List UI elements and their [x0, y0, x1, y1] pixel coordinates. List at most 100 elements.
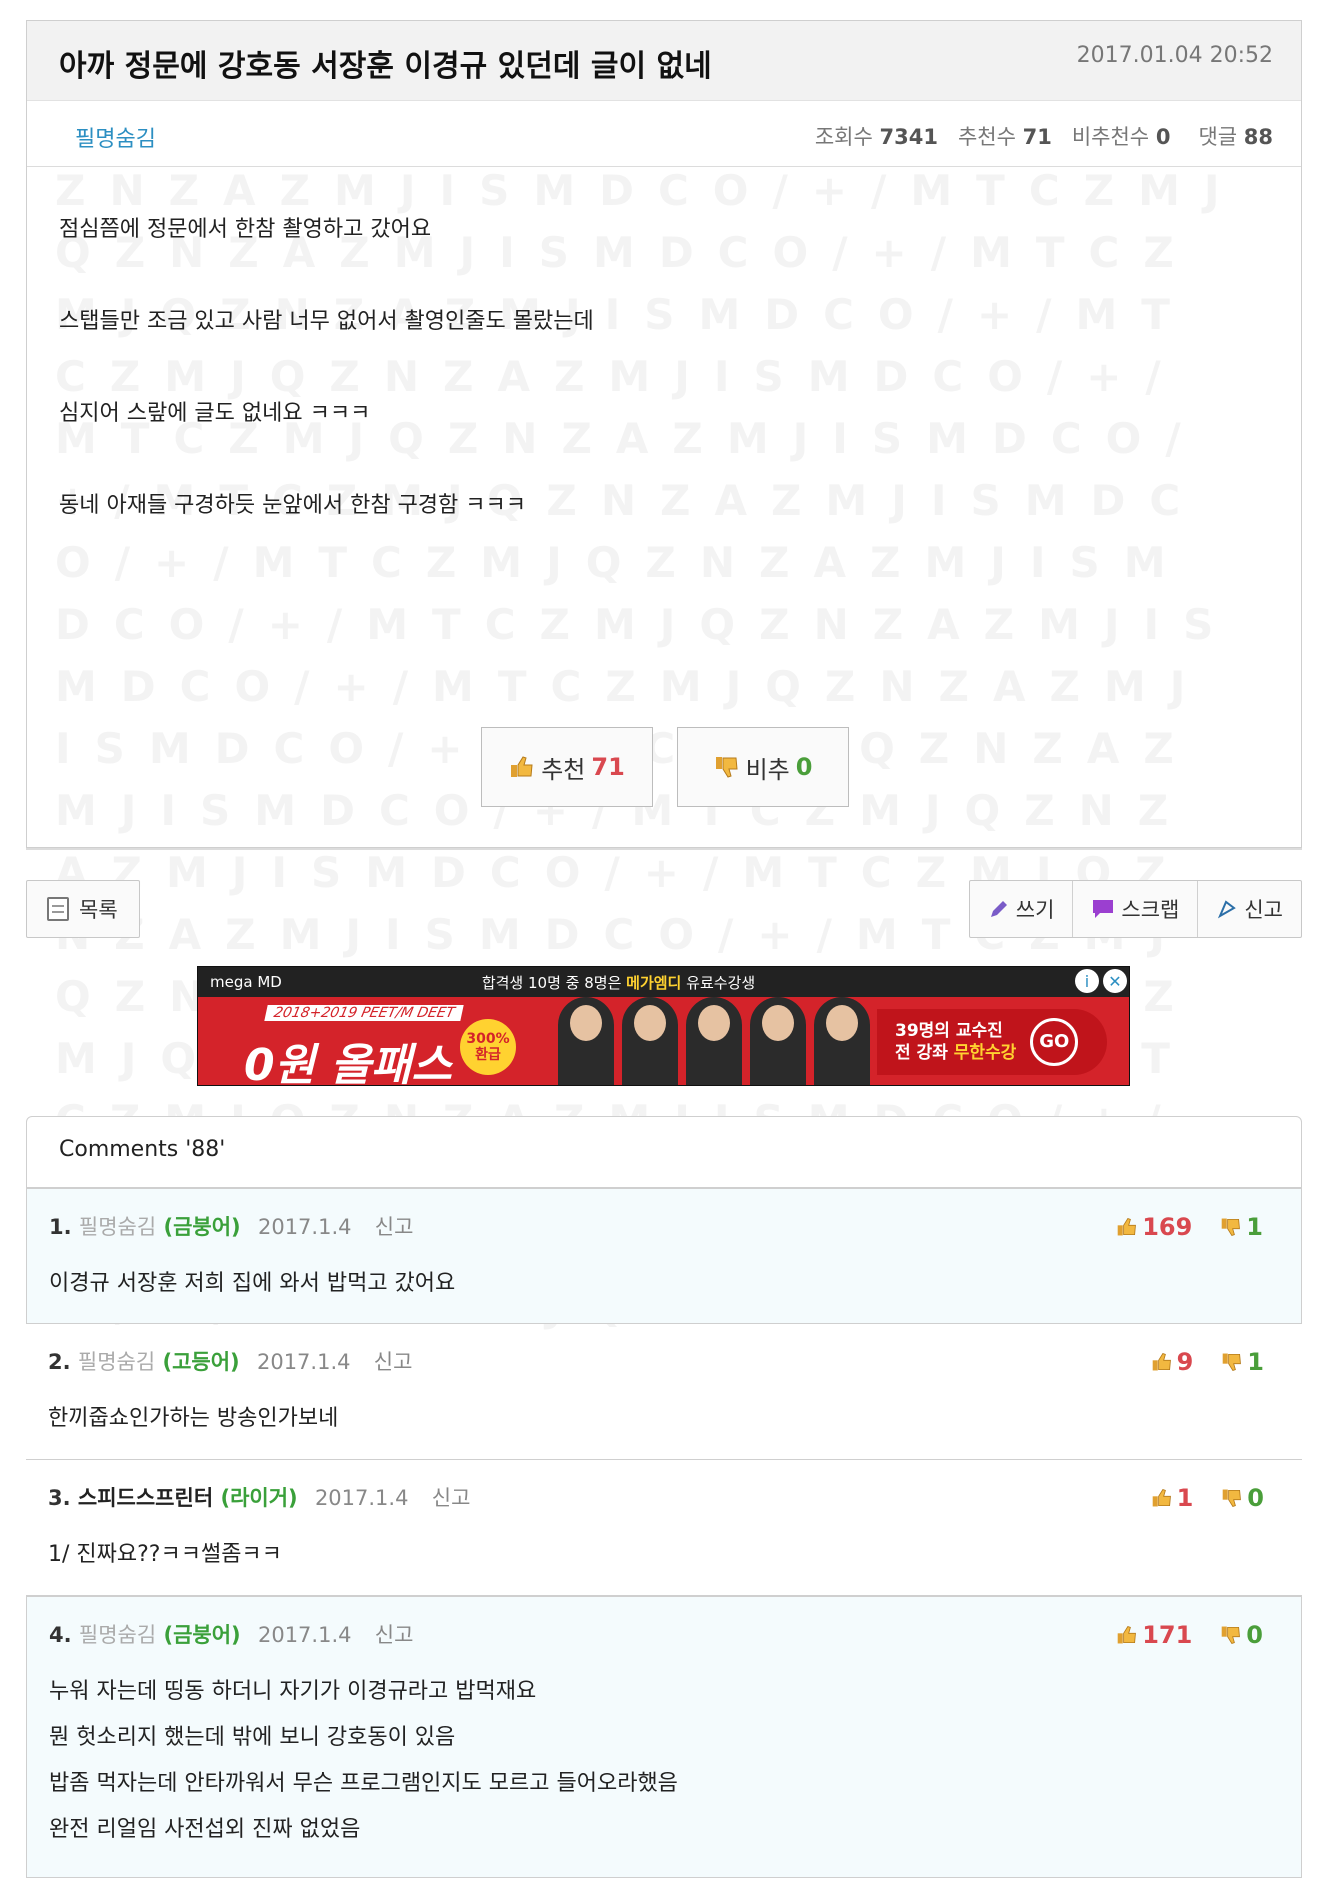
- comment-downvote[interactable]: 0: [1221, 1484, 1264, 1512]
- comments-stat: 댓글 88: [1198, 125, 1273, 149]
- ad-person-image: [558, 997, 614, 1085]
- comment-upvote[interactable]: 169: [1116, 1213, 1192, 1241]
- views-stat: 조회수 7341: [814, 125, 938, 149]
- comment-text: 누워 자는데 띵동 하더니 자기가 이경규라고 밥먹재요 뭔 헛소리지 했는데 …: [49, 1679, 678, 1842]
- comment-upvote[interactable]: 1: [1151, 1484, 1193, 1512]
- ad-close-icon[interactable]: ✕: [1103, 969, 1127, 993]
- comments-header: Comments '88': [26, 1116, 1302, 1188]
- comment-date: 2017.1.4: [257, 1215, 352, 1239]
- speech-bubble-icon: [1093, 900, 1114, 918]
- ad-main: 2018+2019 PEET/M DEET 0원 올패스 300% 환급 39명…: [198, 997, 1129, 1085]
- comment-meta: 4. 필명숨김 (금붕어) 2017.1.4 신고: [49, 1623, 414, 1647]
- ad-controls: i ✕: [1075, 969, 1127, 993]
- comment-votes: 171 0: [1116, 1621, 1263, 1649]
- comment-level: (고등어): [162, 1350, 240, 1374]
- report-button[interactable]: 신고: [1198, 881, 1301, 937]
- page: ZNZAZMJISMDCO/+/MTCZMJQZNZAZMJISMDCO/+/M…: [0, 0, 1326, 1892]
- thumbs-down-icon: [1222, 1489, 1242, 1507]
- notrecommend-stat: 비추천수 0: [1071, 125, 1171, 149]
- report-icon: [1218, 900, 1237, 919]
- ad-person-image: [814, 997, 870, 1085]
- recommend-stat: 추천수 71: [957, 125, 1052, 149]
- comment-votes: 9 1: [1151, 1348, 1264, 1376]
- comment-downvote[interactable]: 0: [1220, 1621, 1263, 1649]
- comment: 2. 필명숨김 (고등어) 2017.1.4 신고 9 1 한끼줍쇼인가하는 방…: [26, 1324, 1302, 1460]
- post-meta: 필명숨김 조회수 7341 추천수 71 비추천수 0 댓글 88: [27, 101, 1301, 167]
- comment-meta: 2. 필명숨김 (고등어) 2017.1.4 신고: [48, 1350, 413, 1374]
- thumbs-down-icon: [1221, 1218, 1241, 1236]
- list-button[interactable]: 목록: [26, 880, 140, 938]
- notrecommend-count: 0: [795, 753, 813, 781]
- ad-person-image: [622, 997, 678, 1085]
- ad-person-image: [750, 997, 806, 1085]
- post-body-line: 동네 아재들 구경하듯 눈앞에서 한참 구경함 ㅋㅋㅋ: [59, 493, 527, 518]
- comment-upvote[interactable]: 171: [1116, 1621, 1192, 1649]
- comment-author[interactable]: 필명숨김: [79, 1215, 156, 1239]
- ad-person-image: [686, 997, 742, 1085]
- comment-report-link[interactable]: 신고: [375, 1215, 414, 1239]
- comment-report-link[interactable]: 신고: [374, 1350, 413, 1374]
- comment-text: 1/ 진짜요??ㅋㅋ썰좀ㅋㅋ: [48, 1542, 282, 1567]
- ad-cta[interactable]: 39명의 교수진 전 강좌 무한수강 GO: [877, 1009, 1107, 1075]
- comment: 3. 스피드스프린터 (라이거) 2017.1.4 신고 1 0 1/ 진짜요?…: [26, 1460, 1302, 1596]
- ad-top-bar: mega MD 합격생 10명 중 8명은 메가엠디 유료수강생: [198, 967, 1129, 997]
- post-body-line: 심지어 스랖에 글도 없네요 ㅋㅋㅋ: [59, 401, 371, 426]
- ad-banner[interactable]: i ✕ mega MD 합격생 10명 중 8명은 메가엠디 유료수강생 201…: [197, 966, 1130, 1086]
- comment-text: 한끼줍쇼인가하는 방송인가보네: [48, 1406, 339, 1431]
- post-stats: 조회수 7341 추천수 71 비추천수 0 댓글 88: [815, 121, 1273, 151]
- comment-downvote[interactable]: 1: [1220, 1213, 1263, 1241]
- ad-badge: 300% 환급: [460, 1019, 516, 1075]
- thumbs-down-icon: [1222, 1353, 1242, 1371]
- comment-author[interactable]: 필명숨김: [78, 1350, 155, 1374]
- post-container: 아까 정문에 강호동 서장훈 이경규 있던데 글이 없네 2017.01.04 …: [26, 20, 1302, 848]
- comment-meta: 1. 필명숨김 (금붕어) 2017.1.4 신고: [49, 1215, 414, 1239]
- comment: 1. 필명숨김 (금붕어) 2017.1.4 신고 169 1 이경규 서장훈 …: [26, 1188, 1302, 1324]
- comment-report-link[interactable]: 신고: [375, 1623, 414, 1647]
- ad-headline: 합격생 10명 중 8명은 메가엠디 유료수강생: [481, 973, 756, 992]
- ad-subtitle: 2018+2019 PEET/M DEET: [264, 1005, 465, 1021]
- pencil-icon: [990, 901, 1007, 917]
- post-body: 점심쯤에 정문에서 한참 촬영하고 갔어요 스탭들만 조금 있고 사람 너무 없…: [59, 211, 1209, 579]
- recommend-count: 71: [591, 753, 625, 781]
- scrap-button[interactable]: 스크랩: [1073, 881, 1199, 937]
- post-actions: 쓰기 스크랩 신고: [968, 880, 1302, 938]
- thumbs-up-icon: [1117, 1218, 1137, 1236]
- list-icon: [47, 897, 69, 921]
- ad-go-button[interactable]: GO: [1030, 1018, 1079, 1066]
- thumbs-up-icon: [511, 756, 533, 777]
- comment-text: 이경규 서장훈 저희 집에 와서 밥먹고 갔어요: [49, 1271, 456, 1296]
- write-button[interactable]: 쓰기: [970, 881, 1074, 937]
- post-author[interactable]: 필명숨김: [75, 121, 156, 153]
- thumbs-up-icon: [1117, 1626, 1137, 1644]
- comment-level: (금붕어): [163, 1215, 241, 1239]
- thumbs-down-icon: [1221, 1626, 1241, 1644]
- comment-level: (라이거): [220, 1486, 298, 1510]
- ad-brand: mega MD: [210, 973, 282, 991]
- comment-date: 2017.1.4: [314, 1486, 409, 1510]
- comment: 4. 필명숨김 (금붕어) 2017.1.4 신고 171 0 누워 자는데 띵…: [26, 1596, 1302, 1878]
- ad-info-icon[interactable]: i: [1075, 969, 1099, 993]
- post-body-line: 스탭들만 조금 있고 사람 너무 없어서 촬영인줄도 몰랐는데: [59, 309, 594, 334]
- comment-votes: 1 0: [1151, 1484, 1264, 1512]
- post-header: 아까 정문에 강호동 서장훈 이경규 있던데 글이 없네 2017.01.04 …: [27, 21, 1301, 101]
- ad-people: [558, 997, 870, 1085]
- comment-votes: 169 1: [1116, 1213, 1263, 1241]
- recommend-button[interactable]: 추천 71: [481, 727, 653, 807]
- post-title: 아까 정문에 강호동 서장훈 이경규 있던데 글이 없네: [59, 49, 712, 84]
- comment-date: 2017.1.4: [257, 1623, 352, 1647]
- comment-report-link[interactable]: 신고: [432, 1486, 471, 1510]
- vote-area: 추천 71 비추 0: [481, 727, 849, 807]
- thumbs-down-icon: [715, 757, 738, 778]
- comment-downvote[interactable]: 1: [1221, 1348, 1264, 1376]
- comment-date: 2017.1.4: [256, 1350, 351, 1374]
- comment-level: (금붕어): [163, 1623, 241, 1647]
- thumbs-up-icon: [1152, 1353, 1171, 1371]
- comment-upvote[interactable]: 9: [1151, 1348, 1193, 1376]
- thumbs-up-icon: [1152, 1489, 1171, 1507]
- comment-meta: 3. 스피드스프린터 (라이거) 2017.1.4 신고: [48, 1486, 471, 1510]
- comment-author[interactable]: 스피드스프린터: [78, 1486, 213, 1510]
- post-body-line: 점심쯤에 정문에서 한참 촬영하고 갔어요: [59, 217, 432, 242]
- comment-author[interactable]: 필명숨김: [79, 1623, 156, 1647]
- notrecommend-button[interactable]: 비추 0: [677, 727, 849, 807]
- post-date: 2017.01.04 20:52: [1076, 43, 1273, 68]
